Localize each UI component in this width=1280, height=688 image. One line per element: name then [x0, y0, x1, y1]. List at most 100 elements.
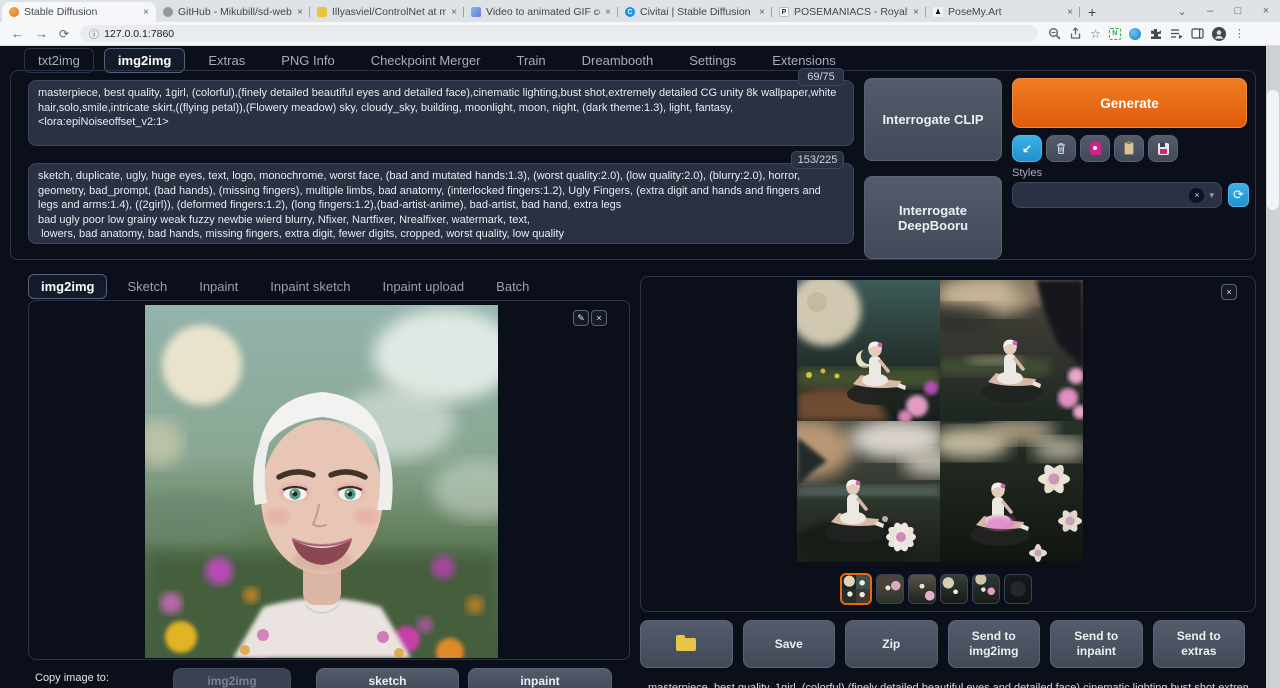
- interrogate-deepbooru-button[interactable]: Interrogate DeepBooru: [864, 176, 1002, 259]
- browser-tab-gif-converter[interactable]: Video to animated GIF converter ×: [464, 2, 618, 22]
- send-to-img2img-button[interactable]: Send to img2img: [948, 620, 1041, 668]
- read-generation-params-button[interactable]: ↙: [1012, 135, 1042, 162]
- close-icon: ×: [596, 313, 601, 323]
- interrogate-clip-button[interactable]: Interrogate CLIP: [864, 78, 1002, 161]
- close-window-button[interactable]: ×: [1252, 5, 1280, 17]
- styles-dropdown[interactable]: × ▾: [1012, 182, 1222, 208]
- stable-diffusion-favicon: [9, 7, 19, 17]
- extension-n-icon[interactable]: N: [1109, 28, 1121, 40]
- tab-settings[interactable]: Settings: [676, 49, 749, 72]
- thumbnail-4[interactable]: [940, 574, 968, 604]
- share-icon[interactable]: [1069, 27, 1082, 40]
- result-image-2[interactable]: [940, 280, 1083, 421]
- tab-close-icon[interactable]: ×: [143, 7, 149, 18]
- browser-tab-stable-diffusion[interactable]: Stable Diffusion ×: [2, 2, 156, 22]
- zip-button[interactable]: Zip: [845, 620, 938, 668]
- profile-avatar[interactable]: [1212, 27, 1226, 41]
- generation-info-text: masterpiece, best quality, 1girl, (color…: [648, 682, 1248, 688]
- subtab-inpaint-upload[interactable]: Inpaint upload: [370, 275, 476, 298]
- img2img-subtabs: img2img Sketch Inpaint Inpaint sketch In…: [28, 274, 541, 299]
- address-bar[interactable]: ⓘ 127.0.0.1:7860: [80, 25, 1038, 42]
- posemyart-favicon: ♟: [933, 7, 943, 17]
- tab-search-icon[interactable]: ⌄: [1168, 5, 1196, 18]
- thumbnail-5[interactable]: [972, 574, 1000, 604]
- positive-prompt-input[interactable]: masterpiece, best quality, 1girl, (color…: [28, 80, 854, 146]
- scrollbar-thumb[interactable]: [1267, 90, 1279, 210]
- minimize-button[interactable]: –: [1196, 5, 1224, 17]
- edit-image-button[interactable]: ✎: [573, 310, 589, 326]
- copy-to-sketch-button[interactable]: sketch: [316, 668, 459, 688]
- tab-close-icon[interactable]: ×: [451, 7, 457, 18]
- extra-networks-button[interactable]: [1080, 135, 1110, 162]
- result-image-3[interactable]: [797, 421, 940, 562]
- result-image-grid[interactable]: [797, 280, 1083, 562]
- controlnet-favicon: [317, 7, 327, 17]
- send-to-inpaint-button[interactable]: Send to inpaint: [1050, 620, 1143, 668]
- apply-style-button[interactable]: [1114, 135, 1144, 162]
- tab-dreambooth[interactable]: Dreambooth: [569, 49, 667, 72]
- browser-tab-posemaniacs[interactable]: P POSEMANIACS - Royalty free 3 ×: [772, 2, 926, 22]
- refresh-styles-button[interactable]: ⟳: [1228, 183, 1249, 207]
- save-button[interactable]: Save: [743, 620, 836, 668]
- tab-checkpoint-merger[interactable]: Checkpoint Merger: [358, 49, 494, 72]
- gif-converter-favicon: [471, 7, 481, 17]
- result-image-1[interactable]: [797, 280, 940, 421]
- tab-train[interactable]: Train: [504, 49, 559, 72]
- thumbnail-6[interactable]: [1004, 574, 1032, 604]
- browser-menu-icon[interactable]: ⋮: [1234, 27, 1245, 40]
- thumbnail-1-selected[interactable]: [840, 573, 872, 605]
- toolbar-icons: ☆ N ⋮: [1048, 27, 1245, 41]
- browser-tab-civitai[interactable]: C Civitai | Stable Diffusion models ×: [618, 2, 772, 22]
- open-folder-button[interactable]: [640, 620, 733, 668]
- new-tab-button[interactable]: +: [1088, 4, 1096, 20]
- reload-icon[interactable]: ⟳: [59, 28, 69, 40]
- tab-close-icon[interactable]: ×: [1067, 7, 1073, 18]
- tab-close-icon[interactable]: ×: [605, 7, 611, 18]
- thumbnail-2[interactable]: [876, 574, 904, 604]
- zoom-indicator-icon[interactable]: [1048, 27, 1061, 40]
- bookmark-star-icon[interactable]: ☆: [1090, 28, 1101, 40]
- subtab-inpaint-sketch[interactable]: Inpaint sketch: [258, 275, 362, 298]
- forward-icon[interactable]: →: [35, 27, 48, 40]
- window-controls: ⌄ – □ ×: [1168, 0, 1280, 22]
- site-info-icon[interactable]: ⓘ: [89, 26, 99, 41]
- save-style-button[interactable]: [1148, 135, 1178, 162]
- copy-to-inpaint-button[interactable]: inpaint: [468, 668, 612, 688]
- extension-blue-icon[interactable]: [1129, 28, 1141, 40]
- styles-label: Styles: [1012, 167, 1042, 179]
- negative-prompt-input[interactable]: sketch, duplicate, ugly, huge eyes, text…: [28, 163, 854, 244]
- tab-extras[interactable]: Extras: [195, 49, 258, 72]
- browser-tab-github[interactable]: GitHub - Mikubill/sd-webui-con ×: [156, 2, 310, 22]
- civitai-favicon: C: [625, 7, 635, 17]
- folder-icon: [676, 638, 696, 651]
- tab-png-info[interactable]: PNG Info: [268, 49, 347, 72]
- generate-button[interactable]: Generate: [1012, 78, 1247, 128]
- clear-styles-icon[interactable]: ×: [1189, 188, 1204, 203]
- send-to-extras-button[interactable]: Send to extras: [1153, 620, 1246, 668]
- refresh-icon: ⟳: [1233, 187, 1244, 203]
- gallery-thumbnails: [840, 573, 1032, 605]
- remove-image-button[interactable]: ×: [591, 310, 607, 326]
- chevron-down-icon[interactable]: ▾: [1209, 190, 1214, 201]
- tab-close-icon[interactable]: ×: [913, 7, 919, 18]
- copy-to-img2img-button: img2img: [173, 668, 291, 688]
- close-gallery-button[interactable]: ×: [1221, 284, 1237, 300]
- result-image-4[interactable]: [940, 421, 1083, 562]
- tab-close-icon[interactable]: ×: [297, 7, 303, 18]
- subtab-img2img[interactable]: img2img: [28, 274, 107, 299]
- positive-token-counter: 69/75: [798, 68, 844, 86]
- extensions-puzzle-icon[interactable]: [1149, 27, 1162, 40]
- tab-close-icon[interactable]: ×: [759, 7, 765, 18]
- browser-tab-posemyart[interactable]: ♟ PoseMy.Art ×: [926, 2, 1080, 22]
- clear-prompt-button[interactable]: [1046, 135, 1076, 162]
- thumbnail-3[interactable]: [908, 574, 936, 604]
- maximize-button[interactable]: □: [1224, 5, 1252, 17]
- browser-tab-controlnet[interactable]: Illyasviel/ControlNet at main ×: [310, 2, 464, 22]
- reading-list-icon[interactable]: [1170, 27, 1183, 40]
- subtab-batch[interactable]: Batch: [484, 275, 541, 298]
- back-icon[interactable]: ←: [11, 27, 24, 40]
- source-image[interactable]: [145, 305, 498, 658]
- subtab-inpaint[interactable]: Inpaint: [187, 275, 250, 298]
- subtab-sketch[interactable]: Sketch: [115, 275, 179, 298]
- sidebar-icon[interactable]: [1191, 27, 1204, 40]
